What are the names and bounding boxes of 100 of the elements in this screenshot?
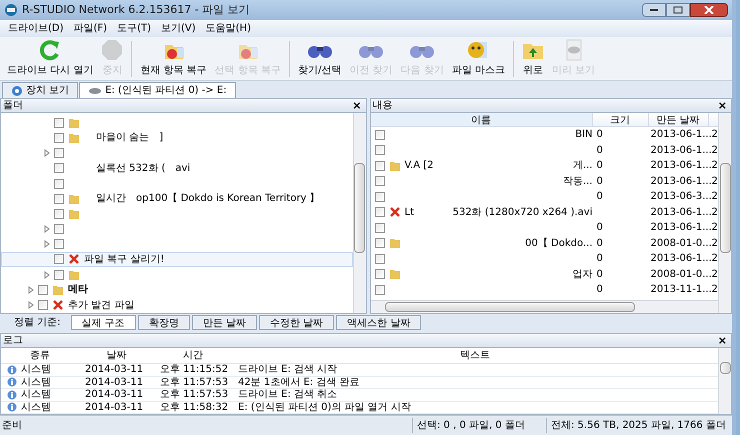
checkbox[interactable] [374, 222, 384, 233]
minimize-icon [649, 8, 659, 12]
checkbox[interactable] [374, 176, 384, 186]
checkbox[interactable] [54, 239, 64, 249]
menu-item[interactable]: 도움말(H) [206, 21, 251, 36]
table-cell-text: 2 [711, 174, 718, 189]
toolbar-button[interactable]: 드라이브 다시 열기 [4, 39, 96, 78]
checkbox[interactable] [374, 238, 384, 248]
table-cell-text: 2 [711, 252, 718, 266]
column-header[interactable]: 만든 날짜 [648, 113, 708, 126]
file-name[interactable]: 532화 (1280x720 x264 ).avi [452, 204, 592, 220]
checkbox[interactable] [54, 163, 64, 174]
column-header[interactable]: 이름 [370, 113, 592, 126]
checkbox[interactable] [54, 194, 64, 204]
toolbar-button[interactable]: 파일 마스크 [448, 39, 508, 78]
menu-item[interactable]: 보기(V) [161, 21, 196, 36]
file-name[interactable]: 00【 Dokdo... [525, 236, 592, 251]
close-button[interactable]: × [716, 100, 729, 111]
menu-item[interactable]: 도구(T) [117, 21, 151, 36]
column-header[interactable]: 종류 [1, 348, 79, 363]
scrollbar[interactable] [718, 113, 731, 313]
column-header[interactable]: 크기 [592, 113, 648, 126]
checkbox[interactable] [374, 254, 384, 264]
checkbox[interactable] [374, 269, 384, 280]
table-cell: 0 [596, 284, 603, 296]
sort-tab[interactable]: 액세스한 날짜 [336, 315, 422, 330]
tree-item-label[interactable]: 실록선 532화 ( [96, 160, 166, 176]
menu-item[interactable]: 드라이브(D) [8, 21, 64, 36]
maximize-button[interactable] [666, 3, 690, 17]
table-cell-text: 시스템 [21, 400, 51, 415]
selected-tree-row[interactable]: 파일 복구 살리기! [1, 252, 352, 267]
scrollbar[interactable] [718, 348, 731, 414]
folder-icon [388, 268, 400, 280]
sort-tab[interactable]: 만든 날짜 [192, 315, 257, 330]
sort-tab[interactable]: 수정한 날짜 [258, 315, 334, 330]
column-header[interactable]: 시간 [154, 348, 232, 363]
checkbox[interactable] [374, 160, 384, 171]
checkbox[interactable] [54, 254, 64, 264]
checkbox[interactable] [54, 148, 64, 158]
checkbox[interactable] [374, 130, 384, 140]
table-cell: 2013-11-1... [650, 284, 712, 296]
status-text: 선택: 0 , 0 파일, 0 폴더 [412, 418, 540, 433]
checkbox[interactable] [54, 209, 64, 219]
checkbox[interactable] [54, 178, 64, 188]
file-name[interactable]: V.A [2 [404, 158, 434, 174]
sort-tab[interactable]: 실제 구조 [70, 315, 136, 330]
checkbox[interactable] [374, 145, 384, 156]
table-cell: 오후 11:57:53 [160, 389, 228, 400]
deleted-mark-icon [69, 254, 79, 264]
table-cell: 42분 1초에서 E: 검색 완료 [238, 376, 360, 388]
tree-item-label[interactable]: 메타 [68, 282, 88, 298]
tab[interactable]: E: (인식된 파티션 0) -> E: [79, 82, 236, 98]
folder-icon [68, 132, 80, 144]
file-name[interactable]: 작동... [562, 174, 592, 189]
table-cell: 0 [596, 191, 603, 202]
table-cell: 2013-06-1... [650, 160, 712, 172]
checkbox[interactable] [54, 224, 64, 234]
checkbox[interactable] [374, 284, 384, 295]
tree-item-label[interactable]: ] [159, 130, 164, 146]
table-cell: 2014-03-11 [85, 364, 144, 376]
sort-tab[interactable]: 확장명 [138, 315, 190, 330]
mask-icon [467, 39, 490, 61]
toolbar-button[interactable]: 위로 [519, 39, 548, 78]
file-name[interactable]: BIN [575, 127, 592, 142]
scrollbar[interactable] [352, 113, 366, 313]
close-button[interactable]: × [716, 335, 729, 346]
toolbar-button[interactable]: 현재 항목 복구 [137, 39, 210, 78]
tree-item-label[interactable]: avi [175, 160, 190, 176]
toolbar-button[interactable]: 찾기/선택 [295, 39, 344, 78]
file-name[interactable]: 게... [572, 158, 592, 174]
tree-item-label[interactable]: 일시간 [96, 191, 126, 206]
table-cell: 2014-03-11 [85, 389, 144, 400]
table-cell-text: 2 [711, 159, 718, 174]
checkbox[interactable] [54, 132, 64, 143]
table-cell-text: 2 [711, 190, 718, 204]
column-header[interactable]: 날짜 [79, 348, 154, 363]
checkbox[interactable] [54, 270, 64, 280]
tab[interactable]: 장치 보기 [2, 82, 78, 98]
checkbox[interactable] [38, 284, 48, 295]
close-button[interactable]: × [350, 100, 364, 111]
tree-item-label[interactable]: 추가 발견 파일 [68, 298, 134, 313]
close-button[interactable] [690, 3, 728, 17]
table-cell: 2013-06-1... [650, 206, 712, 218]
checkbox[interactable] [374, 207, 384, 218]
checkbox[interactable] [54, 118, 64, 128]
scrollbar[interactable] [370, 300, 718, 313]
table-cell: 2013-06-1... [650, 129, 712, 140]
minimize-button[interactable] [642, 3, 666, 17]
column-header[interactable]: 텍스트 [232, 348, 718, 363]
checkbox[interactable] [38, 300, 48, 310]
expand-icon [44, 149, 50, 157]
file-name[interactable]: 업자 [572, 266, 592, 282]
file-name[interactable]: Lt [404, 204, 414, 220]
window-title: R-STUDIO Network 6.2.153617 - 파일 보기 [22, 2, 251, 18]
tree-item-label[interactable]: 파일 복구 살리기! [84, 252, 164, 267]
tree-item-label[interactable]: 마을이 숨는 [96, 130, 150, 146]
table-cell-text: 2 [711, 268, 718, 282]
checkbox[interactable] [374, 192, 384, 202]
menu-item[interactable]: 파일(F) [74, 21, 108, 36]
tree-item-label[interactable]: op100【 Dokdo is Korean Territory 】 [136, 191, 320, 206]
